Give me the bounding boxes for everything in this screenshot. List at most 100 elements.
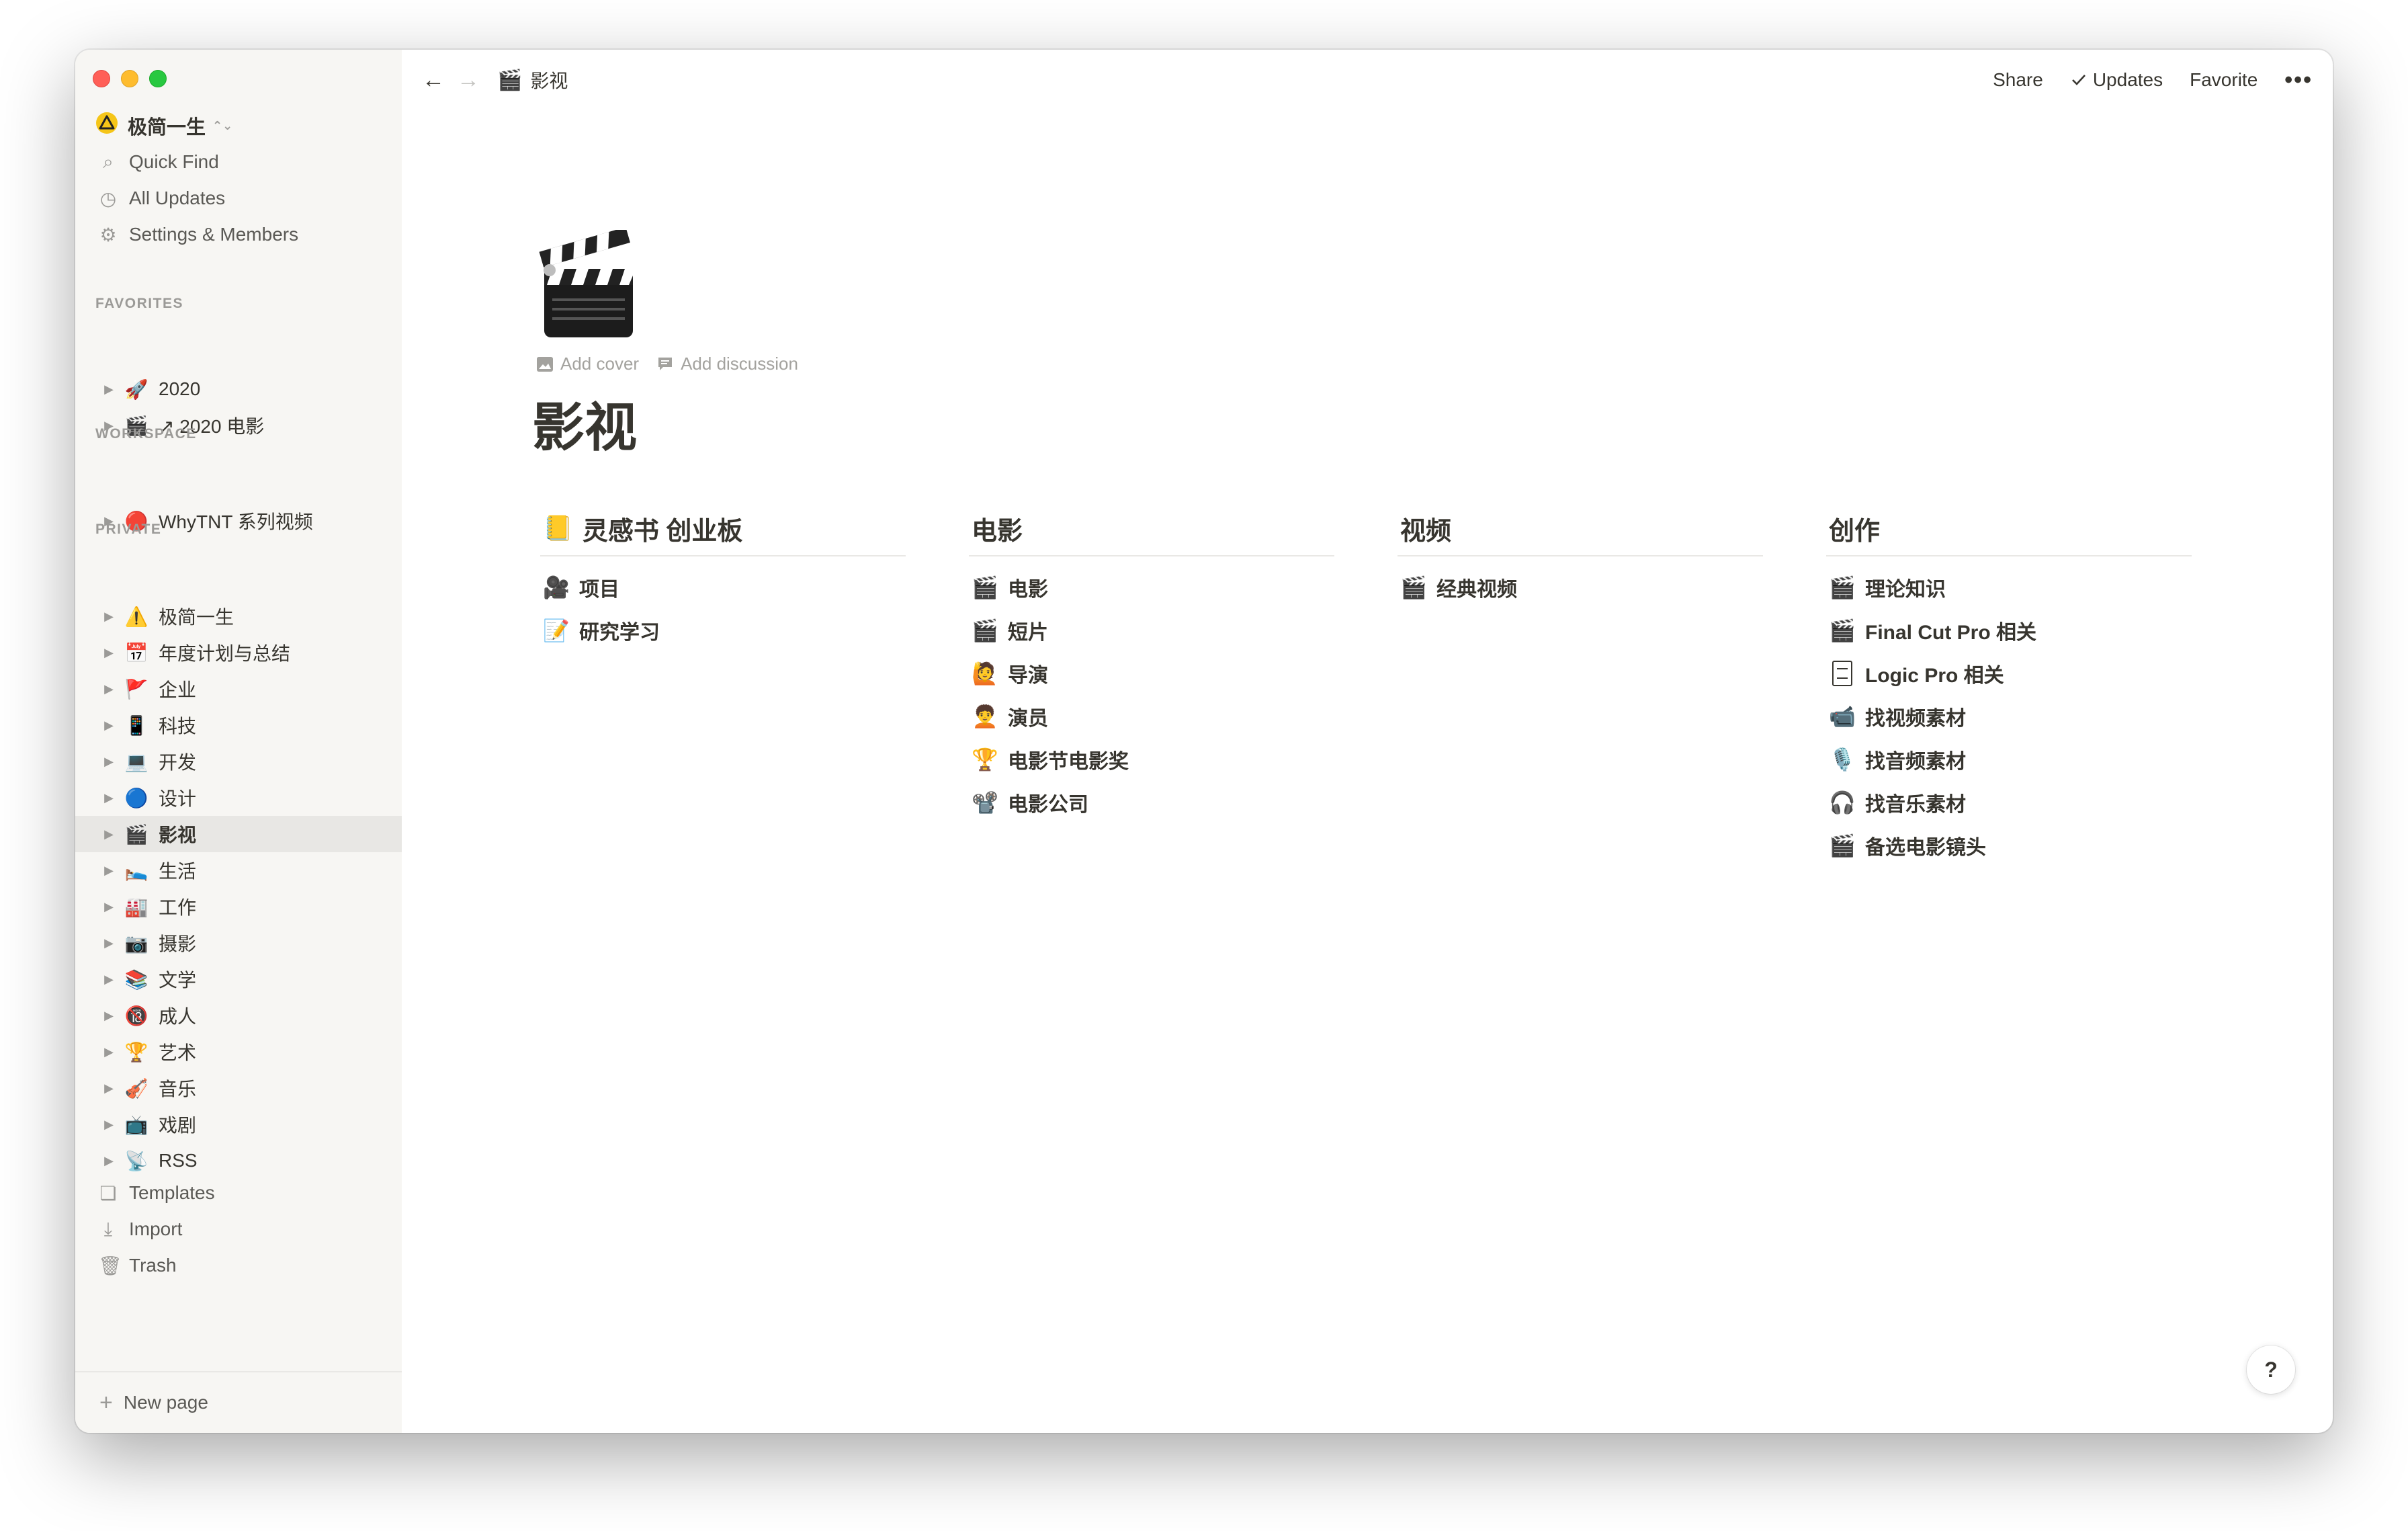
sidebar-page-item[interactable]: ▶ 🔵 设计 xyxy=(75,780,402,816)
page-title[interactable]: 影视 xyxy=(532,386,637,461)
column-heading[interactable]: 视频 xyxy=(1398,501,1763,556)
column-heading[interactable]: 创作 xyxy=(1826,501,2192,556)
breadcrumb-label: 影视 xyxy=(530,71,568,91)
expand-toggle-icon[interactable]: ▶ xyxy=(102,1118,116,1132)
expand-toggle-icon[interactable]: ▶ xyxy=(102,827,116,841)
clapperboard-icon[interactable] xyxy=(532,226,646,344)
sidebar-trash[interactable]: 🗑 Trash xyxy=(75,1247,402,1284)
add-discussion-button[interactable]: Add discussion xyxy=(656,354,798,374)
more-options-icon[interactable]: ••• xyxy=(2284,67,2313,93)
forward-arrow-icon[interactable]: → xyxy=(457,67,480,93)
column-heading[interactable]: 📒 灵感书 创业板 xyxy=(540,501,906,556)
expand-toggle-icon[interactable]: ▶ xyxy=(102,755,116,769)
sidebar-page-item[interactable]: ▶ 🛌 生活 xyxy=(75,852,402,888)
close-window-button[interactable] xyxy=(93,70,110,87)
expand-toggle-icon[interactable]: ▶ xyxy=(102,936,116,950)
sidebar-page-item[interactable]: ▶ 🚀 2020 xyxy=(75,371,402,407)
page-link-label: 电影公司 xyxy=(1008,794,1088,816)
page-link[interactable]: 🙋 导演 xyxy=(969,652,1334,695)
page-emoji-icon: 🧑‍🦱 xyxy=(972,704,998,729)
workspace-heading: WORKSPACE xyxy=(95,426,197,442)
page-link-label: 找视频素材 xyxy=(1865,708,1966,730)
sidebar-import[interactable]: ⤓ Import xyxy=(75,1211,402,1247)
sidebar-page-item[interactable]: ▶ 🚩 企业 xyxy=(75,671,402,707)
sidebar-item-label: 音乐 xyxy=(159,1079,197,1100)
back-arrow-icon[interactable]: ← xyxy=(422,67,445,93)
sidebar-item-label: Trash xyxy=(129,1255,177,1276)
expand-toggle-icon[interactable]: ▶ xyxy=(102,682,116,696)
expand-toggle-icon[interactable]: ▶ xyxy=(102,610,116,624)
expand-toggle-icon[interactable]: ▶ xyxy=(102,1154,116,1168)
favorite-button[interactable]: Favorite xyxy=(2190,69,2258,91)
sidebar-page-item[interactable]: ▶ ⚠️ 极简一生 xyxy=(75,598,402,634)
minimize-window-button[interactable] xyxy=(121,70,138,87)
page-link[interactable]: 🎥 项目 xyxy=(540,566,906,609)
page-emoji-icon: 💻 xyxy=(124,751,148,772)
page-emoji-icon: 🛌 xyxy=(124,860,148,881)
page-link-label: 导演 xyxy=(1008,665,1048,687)
page-link-label: 备选电影镜头 xyxy=(1865,837,1986,859)
sidebar-page-item[interactable]: ▶ 🏭 工作 xyxy=(75,888,402,925)
page-link[interactable]: 🎬 短片 xyxy=(969,609,1334,652)
page-link-label: 找音频素材 xyxy=(1865,751,1966,773)
sidebar-all-updates[interactable]: ◷ All Updates xyxy=(75,180,402,216)
expand-toggle-icon[interactable]: ▶ xyxy=(102,382,116,397)
workspace-switcher[interactable]: 极简一生 ⌃⌄ xyxy=(75,108,402,144)
sidebar-page-item[interactable]: ▶ 🎻 音乐 xyxy=(75,1070,402,1106)
expand-toggle-icon[interactable]: ▶ xyxy=(102,1009,116,1023)
new-page-button[interactable]: + New page xyxy=(75,1371,402,1433)
page-link[interactable]: 🎬 经典视频 xyxy=(1398,566,1763,609)
sidebar-page-item[interactable]: ▶ 📷 摄影 xyxy=(75,925,402,961)
breadcrumb[interactable]: 🎬 影视 xyxy=(497,67,568,93)
sidebar-settings-members[interactable]: ⚙ Settings & Members xyxy=(75,216,402,253)
updates-button[interactable]: Updates xyxy=(2070,69,2163,91)
sidebar-page-item[interactable]: ▶ 💻 开发 xyxy=(75,743,402,780)
page-link[interactable]: 🏆 电影节电影奖 xyxy=(969,738,1334,781)
expand-toggle-icon[interactable]: ▶ xyxy=(102,646,116,660)
sidebar-item-label: Templates xyxy=(129,1182,215,1203)
sidebar-page-item[interactable]: ▶ 📱 科技 xyxy=(75,707,402,743)
page-link[interactable]: 📝 研究学习 xyxy=(540,609,906,652)
expand-toggle-icon[interactable]: ▶ xyxy=(102,791,116,805)
share-button[interactable]: Share xyxy=(1993,69,2043,91)
zoom-window-button[interactable] xyxy=(149,70,167,87)
page-emoji-icon: 📽️ xyxy=(972,790,998,815)
page-link[interactable]: 🧑‍🦱 演员 xyxy=(969,695,1334,738)
page-emoji-icon: ⚠️ xyxy=(124,606,148,627)
page-link[interactable]: 🎬 理论知识 xyxy=(1826,566,2192,609)
sidebar-templates[interactable]: ❏ Templates xyxy=(75,1175,402,1211)
sidebar-page-item[interactable]: ▶ 📅 年度计划与总结 xyxy=(75,634,402,671)
expand-toggle-icon[interactable]: ▶ xyxy=(102,900,116,914)
page-link[interactable]: 📽️ 电影公司 xyxy=(969,781,1334,824)
help-button[interactable]: ? xyxy=(2247,1346,2295,1394)
sidebar-item-label: 文学 xyxy=(159,970,197,991)
sidebar-page-item[interactable]: ▶ 🔞 成人 xyxy=(75,997,402,1034)
comment-icon xyxy=(658,357,673,370)
add-cover-button[interactable]: Add cover xyxy=(536,354,639,374)
page-link[interactable]: 🎙️ 找音频素材 xyxy=(1826,738,2192,781)
page-link[interactable]: 🎬 备选电影镜头 xyxy=(1826,824,2192,867)
page-link[interactable]: Logic Pro 相关 xyxy=(1826,652,2192,695)
sidebar-quick-find[interactable]: ⌕ Quick Find xyxy=(75,144,402,180)
page-link[interactable]: 🎬 Final Cut Pro 相关 xyxy=(1826,609,2192,652)
sidebar-page-item[interactable]: ▶ 📚 文学 xyxy=(75,961,402,997)
expand-toggle-icon[interactable]: ▶ xyxy=(102,718,116,733)
clock-icon: ◷ xyxy=(99,188,117,209)
page-link[interactable]: 🎧 找音乐素材 xyxy=(1826,781,2192,824)
page-link[interactable]: 🎬 电影 xyxy=(969,566,1334,609)
expand-toggle-icon[interactable]: ▶ xyxy=(102,1045,116,1059)
expand-toggle-icon[interactable]: ▶ xyxy=(102,864,116,878)
search-icon: ⌕ xyxy=(103,151,114,172)
sidebar-page-item[interactable]: ▶ 📺 戏剧 xyxy=(75,1106,402,1143)
column-heading[interactable]: 电影 xyxy=(969,501,1334,556)
page-emoji-icon: 🏭 xyxy=(124,896,148,917)
import-icon: ⤓ xyxy=(103,1218,113,1239)
sidebar-page-item[interactable]: ▶ 🎬 影视 xyxy=(75,816,402,852)
page-link[interactable]: 📹 找视频素材 xyxy=(1826,695,2192,738)
warning-icon xyxy=(95,112,118,140)
sidebar-item-label: WhyTNT 系列视频 xyxy=(159,511,313,532)
expand-toggle-icon[interactable]: ▶ xyxy=(102,973,116,987)
expand-toggle-icon[interactable]: ▶ xyxy=(102,1081,116,1095)
sidebar-page-item[interactable]: ▶ 📡 RSS xyxy=(75,1143,402,1179)
sidebar-page-item[interactable]: ▶ 🏆 艺术 xyxy=(75,1034,402,1070)
